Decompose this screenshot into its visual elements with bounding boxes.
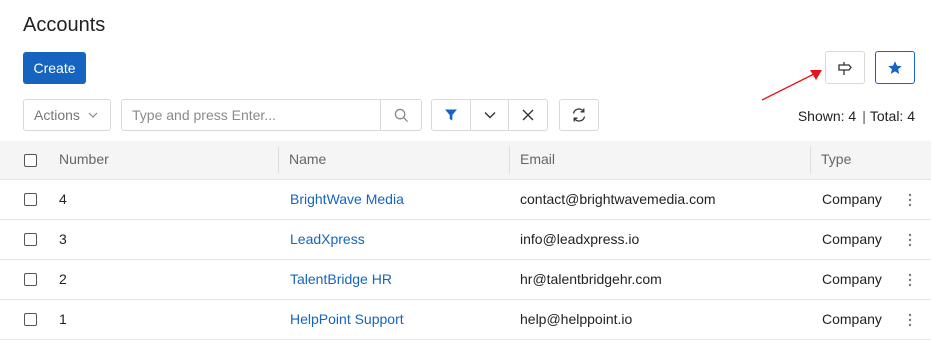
row-name-link[interactable]: LeadXpress	[290, 220, 365, 259]
filter-menu-button[interactable]	[469, 100, 509, 130]
select-all-checkbox[interactable]	[24, 154, 37, 167]
count-separator: |	[862, 108, 866, 124]
table-row: 2 TalentBridge HR hr@talentbridgehr.com …	[0, 260, 931, 300]
chevron-down-icon	[484, 112, 495, 119]
column-divider[interactable]	[278, 147, 279, 173]
row-menu-button[interactable]	[904, 192, 916, 208]
row-name-link[interactable]: TalentBridge HR	[290, 260, 392, 299]
actions-label: Actions	[34, 107, 80, 123]
row-type: Company	[822, 191, 882, 207]
table-row: 4 BrightWave Media contact@brightwavemed…	[0, 180, 931, 220]
row-type: Company	[822, 271, 882, 287]
row-name-link[interactable]: BrightWave Media	[290, 180, 404, 219]
shown-count: Shown: 4	[797, 108, 857, 124]
page-title: Accounts	[23, 14, 106, 36]
filter-group	[431, 99, 548, 131]
row-menu-button[interactable]	[904, 272, 916, 288]
row-type: Company	[822, 231, 882, 247]
search-input[interactable]	[122, 100, 380, 130]
search-button[interactable]	[380, 100, 421, 130]
star-icon	[888, 60, 902, 74]
filter-icon	[444, 109, 457, 121]
row-email: hr@talentbridgehr.com	[520, 271, 662, 287]
total-count: Total: 4	[869, 108, 915, 124]
table-row: 1 HelpPoint Support help@helppoint.io Co…	[0, 300, 931, 340]
column-divider[interactable]	[810, 147, 811, 173]
row-email: info@leadxpress.io	[520, 231, 640, 247]
column-divider[interactable]	[509, 147, 510, 173]
row-name-link[interactable]: HelpPoint Support	[290, 300, 404, 339]
favorite-button[interactable]	[875, 51, 915, 84]
close-icon	[522, 109, 534, 121]
row-checkbox[interactable]	[24, 193, 37, 206]
kebab-icon	[908, 193, 912, 207]
clear-filter-button[interactable]	[508, 100, 547, 130]
create-button[interactable]: Create	[23, 52, 86, 84]
column-header-name[interactable]: Name	[289, 141, 326, 179]
kebab-icon	[908, 313, 912, 327]
row-checkbox[interactable]	[24, 233, 37, 246]
refresh-button[interactable]	[559, 99, 599, 131]
kebab-icon	[908, 273, 912, 287]
row-type: Company	[822, 311, 882, 327]
row-checkbox[interactable]	[24, 273, 37, 286]
row-number: 2	[59, 271, 67, 287]
row-menu-button[interactable]	[904, 312, 916, 328]
row-number: 1	[59, 311, 67, 327]
column-header-email[interactable]: Email	[520, 141, 555, 179]
annotation-arrow	[761, 70, 822, 101]
row-email: contact@brightwavemedia.com	[520, 191, 716, 207]
row-number: 3	[59, 231, 67, 247]
record-counts: Shown: 4 | Total: 4	[798, 108, 915, 124]
table-header: Number Name Email Type	[0, 141, 931, 180]
chevron-down-icon	[88, 112, 98, 118]
refresh-icon	[572, 108, 586, 122]
kebab-icon	[908, 233, 912, 247]
row-number: 4	[59, 191, 67, 207]
pin-view-button[interactable]	[825, 51, 865, 84]
row-menu-button[interactable]	[904, 232, 916, 248]
filter-button[interactable]	[432, 100, 470, 130]
search-box	[121, 99, 422, 131]
row-checkbox[interactable]	[24, 313, 37, 326]
accounts-table: Number Name Email Type 4 BrightWave Medi…	[0, 141, 931, 340]
actions-dropdown[interactable]: Actions	[23, 99, 111, 131]
search-icon	[394, 108, 408, 122]
column-header-type[interactable]: Type	[821, 141, 851, 179]
table-row: 3 LeadXpress info@leadxpress.io Company	[0, 220, 931, 260]
column-header-number[interactable]: Number	[59, 141, 109, 179]
row-email: help@helppoint.io	[520, 311, 633, 327]
signpost-icon	[838, 61, 852, 75]
